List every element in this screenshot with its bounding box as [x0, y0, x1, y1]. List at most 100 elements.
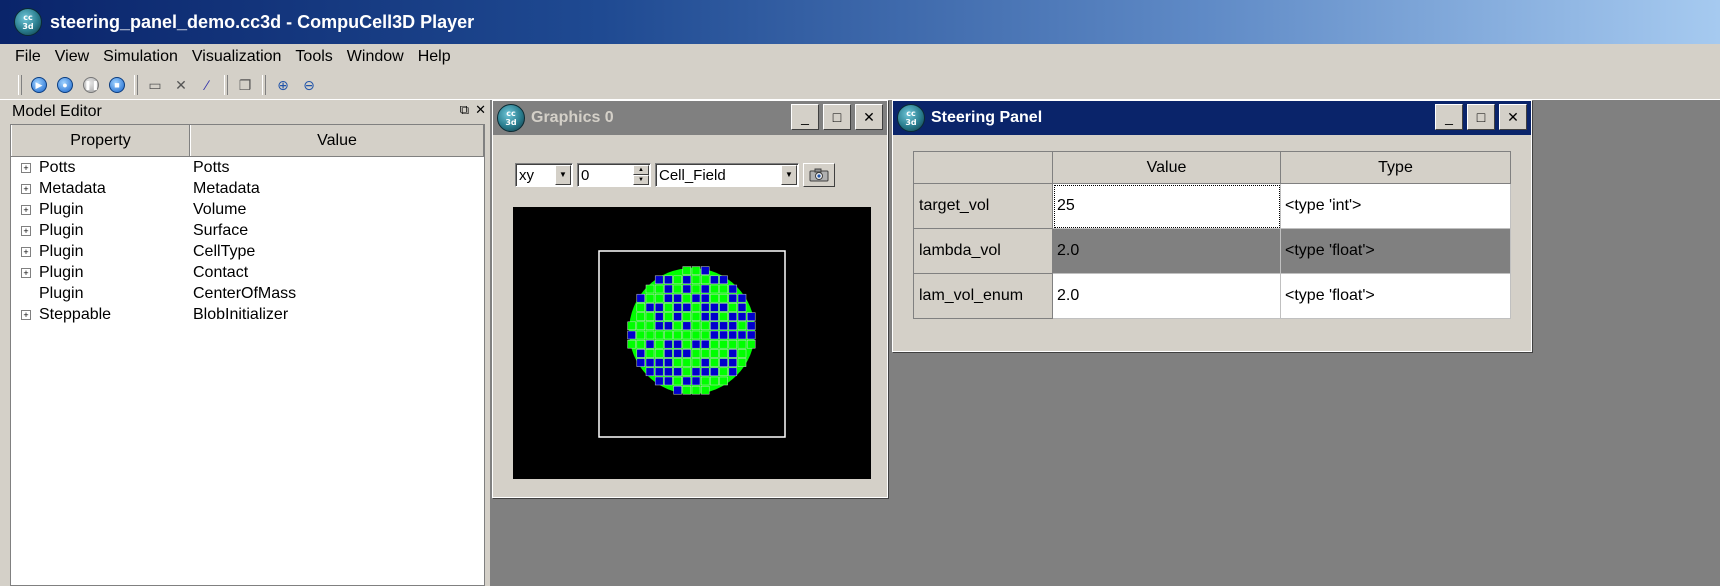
cell [645, 339, 655, 349]
minimize-button[interactable]: _ [791, 104, 819, 130]
tree-row[interactable]: + Metadata Metadata [11, 178, 484, 199]
cell [710, 349, 719, 358]
cell [682, 358, 692, 367]
run-button[interactable]: ▶ [28, 74, 50, 96]
screenshot-button[interactable] [803, 163, 835, 187]
tree-row[interactable]: + Potts Potts [11, 157, 484, 178]
value-cell[interactable]: 2.0 [1052, 228, 1281, 274]
tree-row[interactable]: Plugin CenterOfMass [11, 283, 484, 304]
cell [719, 284, 728, 294]
graphics-window-titlebar[interactable]: cc 3d Graphics 0 _ □ ✕ [493, 101, 887, 135]
cell [673, 376, 682, 386]
expand-plus-icon[interactable]: + [21, 309, 31, 320]
value-cell[interactable]: 25 [1052, 183, 1281, 229]
steering-table: Value Type target_vol 25 <type 'int'> la… [913, 151, 1511, 319]
column-header-type[interactable]: Type [1280, 151, 1511, 184]
zoom-out-button[interactable]: ⊖ [298, 74, 320, 96]
tree-row[interactable]: + Plugin Surface [11, 220, 484, 241]
cell [664, 275, 673, 285]
field-select[interactable]: Cell_Field ▼ [655, 163, 799, 187]
toolbar-grip[interactable] [18, 74, 22, 95]
row-header[interactable]: target_vol [913, 183, 1053, 229]
maximize-button[interactable]: □ [1467, 104, 1495, 130]
new-window-button[interactable]: ❐ [234, 74, 256, 96]
minimize-icon: _ [801, 109, 809, 125]
menu-window[interactable]: Window [340, 48, 411, 66]
cell [673, 303, 682, 312]
tools-button[interactable]: ✕ [170, 74, 192, 96]
cell [654, 284, 664, 294]
cell [700, 266, 710, 275]
minimize-button[interactable]: _ [1435, 104, 1463, 130]
menu-visualization[interactable]: Visualization [185, 48, 289, 66]
cell [682, 330, 692, 340]
tree-row[interactable]: + Plugin CellType [11, 241, 484, 262]
expand-plus-icon[interactable]: + [21, 183, 31, 194]
cell [710, 284, 719, 294]
model-editor-tree[interactable]: Property Value + Potts Potts + Metadata Metad… [10, 124, 485, 586]
type-cell[interactable]: <type 'float'> [1280, 273, 1511, 319]
float-panel-icon[interactable]: ⧉ [460, 102, 469, 118]
cell [664, 330, 673, 340]
table-row: lam_vol_enum 2.0 <type 'float'> [913, 273, 1511, 319]
step-button[interactable]: ● [54, 74, 76, 96]
cell [710, 330, 719, 340]
close-panel-icon[interactable]: ✕ [475, 102, 486, 118]
type-cell[interactable]: <type 'int'> [1280, 183, 1511, 229]
pause-button[interactable]: ❚❚ [80, 74, 102, 96]
menu-simulation[interactable]: Simulation [96, 48, 185, 66]
zoom-in-button[interactable]: ⊕ [272, 74, 294, 96]
tree-row[interactable]: + Steppable BlobInitializer [11, 304, 484, 325]
value-cell[interactable]: 2.0 [1052, 273, 1281, 319]
edit-button[interactable]: ∕ [196, 74, 218, 96]
expand-plus-icon[interactable]: + [21, 246, 31, 257]
close-button[interactable]: ✕ [1499, 104, 1527, 130]
chevron-down-icon[interactable]: ▼ [781, 165, 797, 185]
spin-down-icon[interactable]: ▼ [633, 175, 649, 185]
spin-up-icon[interactable]: ▲ [633, 165, 649, 175]
expand-plus-icon[interactable]: + [21, 204, 31, 215]
cell [654, 376, 664, 386]
cell [682, 266, 692, 275]
column-header-value[interactable]: Value [1052, 151, 1281, 184]
cell [710, 321, 719, 331]
pencil-icon: ∕ [205, 76, 209, 93]
menu-tools[interactable]: Tools [288, 48, 339, 66]
maximize-icon: □ [832, 109, 842, 125]
tools-icon: ✕ [175, 76, 187, 93]
chevron-down-icon[interactable]: ▼ [555, 165, 571, 185]
cell [636, 339, 646, 349]
column-header-value[interactable]: Value [190, 125, 484, 156]
column-header-property[interactable]: Property [11, 125, 190, 156]
menu-help[interactable]: Help [411, 48, 458, 66]
plane-select[interactable]: xy ▼ [515, 163, 573, 187]
menu-view[interactable]: View [48, 48, 96, 66]
cell [682, 284, 692, 294]
expand-plus-icon[interactable]: + [21, 225, 31, 236]
expand-plus-icon[interactable]: + [21, 267, 31, 278]
stop-button[interactable]: ■ [106, 74, 128, 96]
cell [664, 321, 673, 331]
tree-row[interactable]: + Plugin Volume [11, 199, 484, 220]
cell [664, 312, 673, 321]
cell [645, 312, 655, 321]
cell [700, 312, 710, 321]
cell [654, 330, 664, 340]
type-cell[interactable]: <type 'float'> [1280, 228, 1511, 274]
row-header[interactable]: lam_vol_enum [913, 273, 1053, 319]
close-button[interactable]: ✕ [855, 104, 883, 130]
row-header[interactable]: lambda_vol [913, 228, 1053, 274]
cell [636, 293, 646, 303]
cell-field-view[interactable] [513, 207, 871, 479]
position-spinbox[interactable]: 0 ▲ ▼ [577, 163, 651, 187]
graphics-window-title: Graphics 0 [531, 109, 614, 126]
table-corner [913, 151, 1053, 184]
tree-row[interactable]: + Plugin Contact [11, 262, 484, 283]
open-button[interactable]: ▭ [144, 74, 166, 96]
expand-plus-icon[interactable]: + [21, 162, 31, 173]
cell [636, 321, 646, 331]
maximize-button[interactable]: □ [823, 104, 851, 130]
steering-panel-titlebar[interactable]: cc 3d Steering Panel _ □ ✕ [893, 101, 1531, 135]
menu-file[interactable]: File [8, 48, 48, 66]
